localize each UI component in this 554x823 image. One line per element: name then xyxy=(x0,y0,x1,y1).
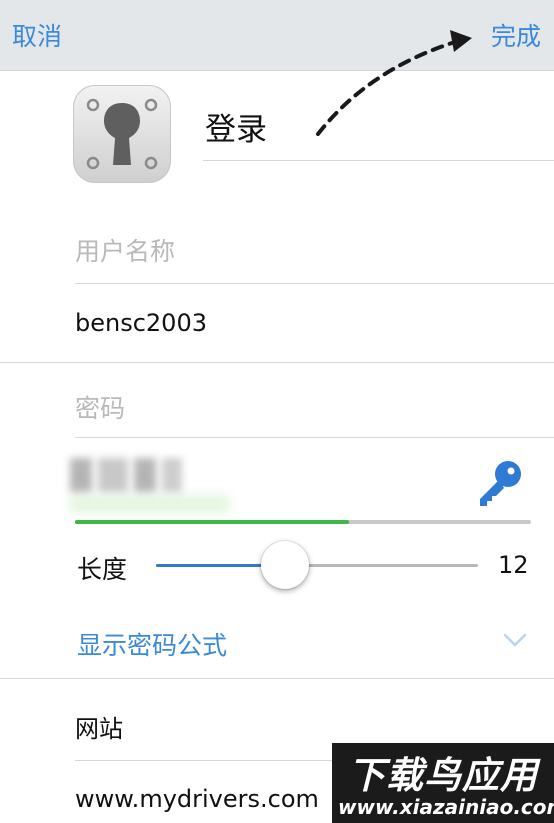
section-divider xyxy=(0,678,554,679)
website-field[interactable]: www.mydrivers.com xyxy=(75,785,319,813)
page-title[interactable]: 登录 xyxy=(205,104,267,149)
section-divider xyxy=(0,362,554,363)
watermark-title: 下载鸟应用 xyxy=(348,754,538,797)
title-divider xyxy=(203,160,554,161)
username-label: 用户名称 xyxy=(75,237,176,266)
length-label: 长度 xyxy=(77,555,128,584)
password-strength-bar xyxy=(75,520,531,524)
key-icon[interactable] xyxy=(474,458,524,508)
length-value: 12 xyxy=(498,551,529,579)
chevron-down-icon[interactable] xyxy=(502,627,528,653)
length-slider-thumb[interactable] xyxy=(260,541,309,589)
password-field-glow xyxy=(70,495,230,513)
password-label: 密码 xyxy=(75,394,126,423)
password-strength-fill xyxy=(75,520,349,524)
dashed-arrow-annotation xyxy=(316,30,472,136)
show-password-formula-button[interactable]: 显示密码公式 xyxy=(77,626,227,662)
cancel-button[interactable]: 取消 xyxy=(12,17,62,53)
divider xyxy=(75,283,554,284)
watermark-url: www.xiazainiao.com xyxy=(338,795,554,819)
password-field[interactable] xyxy=(70,458,182,492)
length-slider[interactable] xyxy=(156,564,478,567)
keyhole-lock-icon xyxy=(73,85,171,183)
website-label: 网站 xyxy=(75,715,123,743)
done-button[interactable]: 完成 xyxy=(491,17,541,53)
watermark-logo: 下载鸟应用 www.xiazainiao.com xyxy=(332,743,554,823)
username-field[interactable]: bensc2003 xyxy=(75,309,207,337)
divider xyxy=(75,437,554,438)
